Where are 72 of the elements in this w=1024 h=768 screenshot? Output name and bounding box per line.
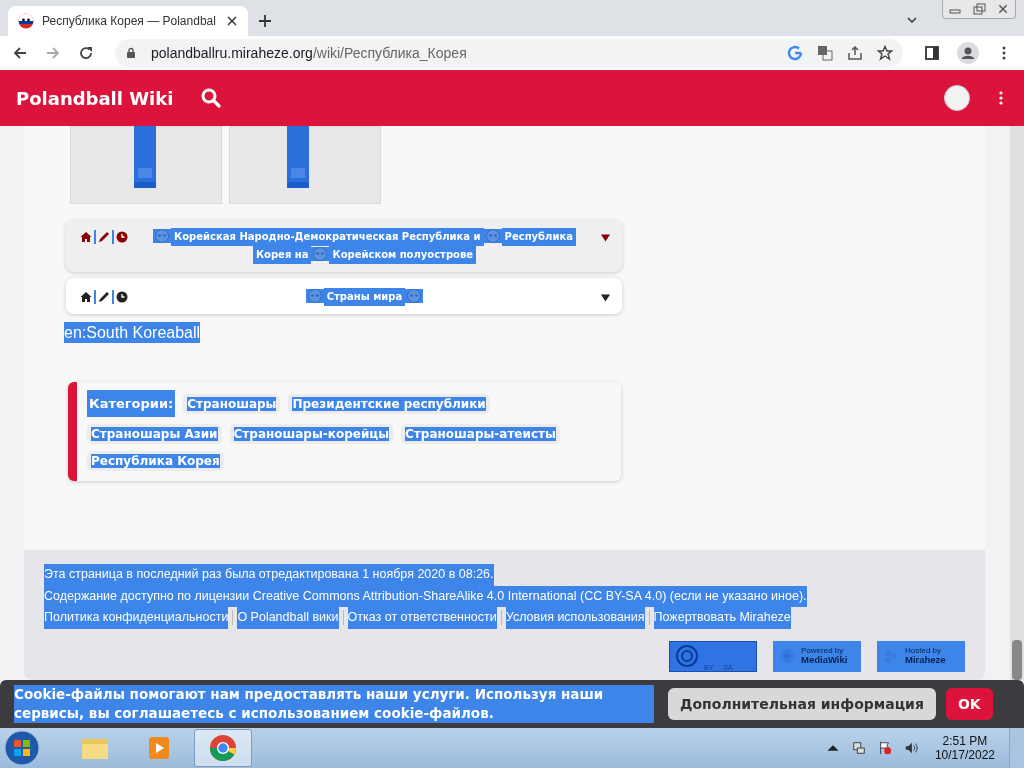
category-tag[interactable]: Страношары bbox=[183, 393, 281, 414]
navbox-title[interactable]: Корея на bbox=[252, 246, 312, 264]
ball-icon bbox=[305, 289, 324, 303]
ok-button[interactable]: OK bbox=[945, 688, 993, 720]
menu-icon[interactable] bbox=[998, 90, 1004, 106]
more-info-button[interactable]: Дополнительная информация bbox=[668, 688, 936, 720]
cookie-notice: Cookie-файлы помогают нам предоставлять наши услуги. Используя наши сервисы, вы соглашаетесь с использованием cookie-файлов. bbox=[14, 685, 654, 723]
category-tag[interactable]: Страношары Азии bbox=[87, 424, 222, 444]
ball-icon bbox=[311, 247, 330, 261]
badge-text: MediaWiki bbox=[801, 655, 848, 665]
side-panel-icon[interactable] bbox=[924, 45, 940, 61]
interwiki-link[interactable]: en:South Koreaball bbox=[64, 322, 201, 343]
home-icon[interactable] bbox=[80, 291, 92, 303]
clock-time[interactable]: 2:51 PM bbox=[942, 734, 988, 748]
google-icon[interactable] bbox=[787, 45, 803, 61]
chevron-down-icon[interactable] bbox=[906, 14, 918, 26]
scrollbar[interactable] bbox=[1010, 126, 1024, 680]
mediawiki-badge[interactable]: Powered by MediaWiki bbox=[773, 640, 861, 672]
site-title[interactable]: Polandball Wiki bbox=[16, 87, 174, 109]
category-tag[interactable]: Республика Корея bbox=[87, 451, 224, 471]
badge-text: Powered by bbox=[801, 647, 845, 656]
close-icon[interactable] bbox=[226, 15, 238, 27]
translate-icon[interactable] bbox=[817, 45, 833, 61]
new-tab-icon[interactable] bbox=[258, 14, 272, 28]
network-icon[interactable] bbox=[851, 741, 866, 755]
ball-icon bbox=[405, 289, 424, 303]
chrome-icon bbox=[208, 734, 238, 762]
clock-icon[interactable] bbox=[116, 291, 128, 303]
profile-icon[interactable] bbox=[957, 42, 979, 64]
reload-icon[interactable] bbox=[78, 45, 94, 61]
badge-text: Miraheze bbox=[905, 655, 946, 665]
start-button[interactable] bbox=[4, 730, 40, 766]
ball-icon bbox=[18, 13, 34, 29]
navbox-title[interactable]: Корейском полуострове bbox=[329, 246, 477, 264]
footer-link[interactable]: Пожертвовать Miraheze bbox=[653, 607, 791, 629]
speaker-icon[interactable] bbox=[903, 741, 918, 755]
collapse-caret-icon[interactable] bbox=[601, 294, 610, 302]
tab-title: Республика Корея — Polandbal bbox=[42, 14, 217, 28]
pencil-icon[interactable] bbox=[98, 231, 110, 243]
star-icon[interactable] bbox=[877, 45, 893, 61]
address-field[interactable]: polandballru.miraheze.org/wiki/Республика_Корея bbox=[115, 39, 903, 67]
footer-link[interactable]: О Polandball вики bbox=[237, 607, 339, 629]
footer-text: Эта страница в последний раз была отредактирована 1 ноября 2020 в 08:26. bbox=[44, 564, 494, 586]
navbox-title[interactable]: Республика bbox=[501, 228, 576, 246]
pencil-icon[interactable] bbox=[98, 291, 110, 303]
flag-icon[interactable] bbox=[877, 741, 892, 755]
category-tag[interactable]: Президентские республики bbox=[288, 393, 490, 414]
avatar-icon[interactable] bbox=[944, 85, 970, 111]
badge-text: Hosted by bbox=[905, 647, 943, 656]
ball-icon bbox=[153, 229, 172, 243]
miraheze-badge[interactable]: Hosted by Miraheze bbox=[877, 640, 965, 672]
cc-icon bbox=[676, 645, 698, 667]
footer-link[interactable]: Политика конфиденциальности bbox=[44, 607, 229, 629]
lock-icon bbox=[125, 47, 137, 59]
footer-link[interactable]: Условия использования bbox=[505, 607, 645, 629]
search-icon[interactable] bbox=[201, 88, 222, 108]
back-arrow-icon[interactable] bbox=[12, 45, 28, 61]
clock-date[interactable]: 10/17/2022 bbox=[934, 748, 995, 762]
window-controls[interactable] bbox=[942, 0, 1016, 19]
footer-text: Содержание доступно по лицензии Creative Commons Attribution-ShareAlike 4.0 International (CC BY-SA 4.0) (если не указано иное). bbox=[44, 585, 807, 607]
navbox-title[interactable]: Страны мира bbox=[323, 288, 406, 306]
taskbar-item[interactable] bbox=[194, 729, 252, 767]
navbox-title[interactable]: Корейская Народно-Демократическая Республика и bbox=[171, 228, 484, 246]
categories-label: Категории: bbox=[87, 390, 176, 417]
share-icon[interactable] bbox=[847, 45, 863, 61]
category-tag[interactable]: Страношары-атеисты bbox=[401, 424, 560, 444]
clock-icon[interactable] bbox=[116, 231, 128, 243]
home-icon[interactable] bbox=[80, 231, 92, 243]
footer-link[interactable]: Отказ от ответственности bbox=[347, 607, 497, 629]
collapse-caret-icon[interactable] bbox=[601, 234, 610, 242]
category-tag[interactable]: Страношары-корейцы bbox=[229, 424, 394, 444]
browser-tab[interactable]: Республика Корея — Polandbal bbox=[8, 6, 248, 36]
